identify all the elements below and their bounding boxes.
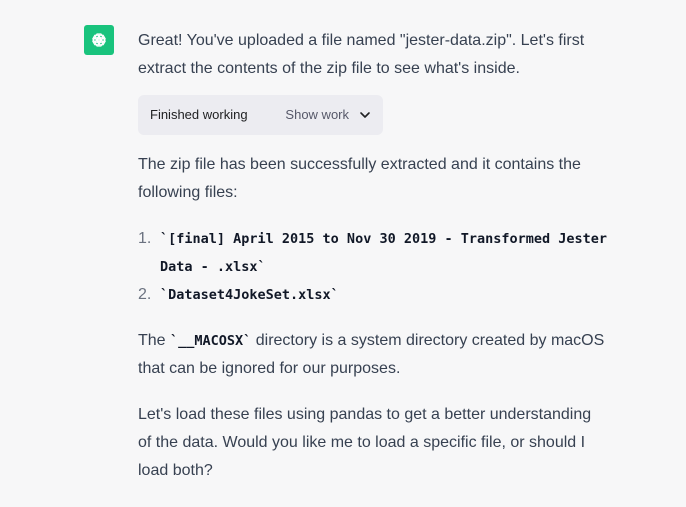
file-name: `[final] April 2015 to Nov 30 2019 - Tra… bbox=[160, 231, 608, 275]
macosx-text: The `__MACOSX` directory is a system dir… bbox=[138, 327, 608, 383]
extracted-text: The zip file has been successfully extra… bbox=[138, 156, 581, 201]
macosx-code: `__MACOSX` bbox=[170, 333, 252, 349]
work-status-box: Finished working Show work bbox=[138, 95, 383, 135]
list-number: 1. bbox=[138, 230, 152, 247]
work-status-label: Finished working bbox=[150, 107, 248, 122]
chevron-down-icon bbox=[360, 112, 370, 118]
list-number: 2. bbox=[138, 286, 152, 303]
file-list: 1. `[final] April 2015 to Nov 30 2019 - … bbox=[138, 225, 608, 309]
show-work-button[interactable]: Show work bbox=[285, 101, 371, 129]
message-content: Great! You've uploaded a file named "jes… bbox=[138, 27, 608, 485]
assistant-avatar bbox=[84, 25, 114, 55]
intro-text: Great! You've uploaded a file named "jes… bbox=[138, 32, 585, 77]
openai-logo-icon bbox=[92, 33, 106, 47]
closing-text: Let's load these files using pandas to g… bbox=[138, 406, 592, 479]
show-work-label: Show work bbox=[285, 107, 349, 122]
list-item: 1. `[final] April 2015 to Nov 30 2019 - … bbox=[138, 225, 608, 281]
macosx-prefix: The bbox=[138, 332, 171, 349]
list-item: 2. `Dataset4JokeSet.xlsx` bbox=[138, 281, 608, 309]
assistant-message: Great! You've uploaded a file named "jes… bbox=[0, 0, 686, 507]
file-name: `Dataset4JokeSet.xlsx` bbox=[160, 287, 339, 303]
